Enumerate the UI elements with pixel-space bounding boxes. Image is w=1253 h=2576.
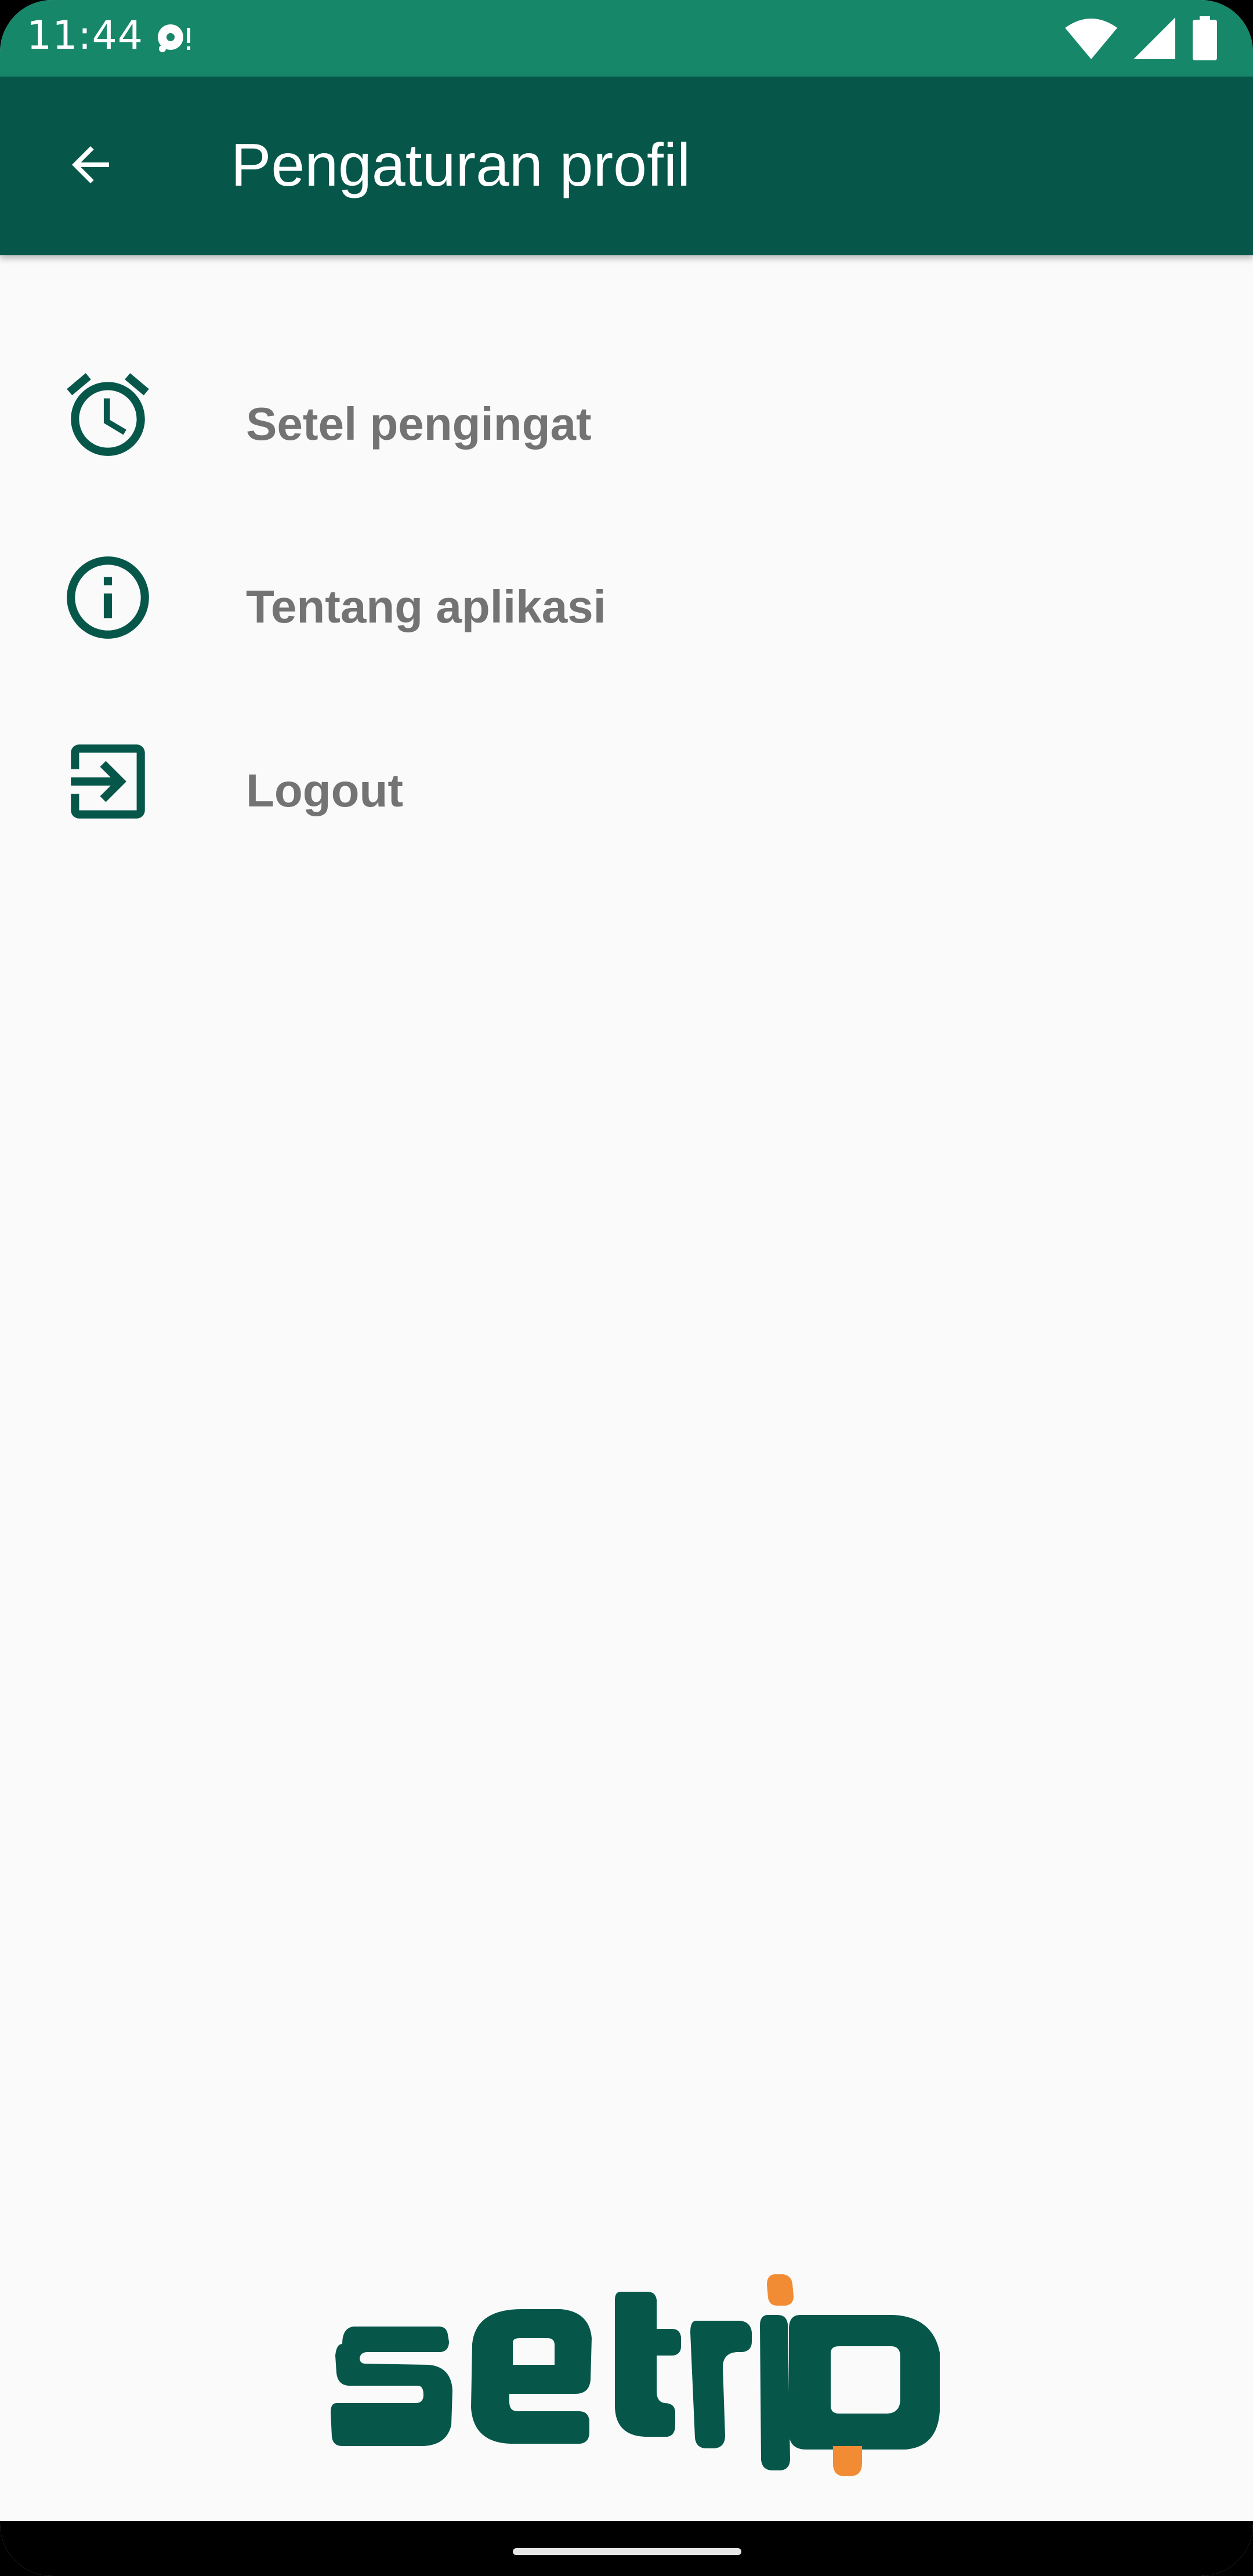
status-bar: 11:44: [0, 0, 1253, 77]
menu-item-about-app[interactable]: Tentang aplikasi: [0, 522, 1253, 696]
page-title: Pengaturan profil: [231, 132, 691, 199]
info-icon: [56, 545, 160, 650]
menu-item-label: Logout: [246, 765, 403, 816]
alarm-clock-icon: [56, 363, 160, 467]
home-indicator[interactable]: [513, 2548, 741, 2555]
menu-item-label: Setel pengingat: [246, 398, 592, 450]
arrow-back-icon: [72, 146, 109, 183]
menu-item-logout[interactable]: Logout: [0, 706, 1253, 880]
back-button[interactable]: [56, 130, 125, 200]
setrip-logo: [313, 2274, 941, 2483]
media-playing-icon: [157, 21, 197, 59]
signal-icon: [1134, 17, 1175, 62]
app-bar: Pengaturan profil: [0, 77, 1253, 255]
menu-item-label: Tentang aplikasi: [246, 581, 606, 632]
screen: 11:44 Pengaturan profil Setel pengingat …: [0, 0, 1253, 2576]
status-icons: [1065, 16, 1218, 63]
menu-item-set-reminder[interactable]: Setel pengingat: [0, 339, 1253, 513]
battery-icon: [1192, 16, 1218, 63]
status-time: 11:44: [27, 13, 143, 59]
wifi-icon: [1065, 17, 1117, 62]
logout-icon: [56, 729, 160, 834]
